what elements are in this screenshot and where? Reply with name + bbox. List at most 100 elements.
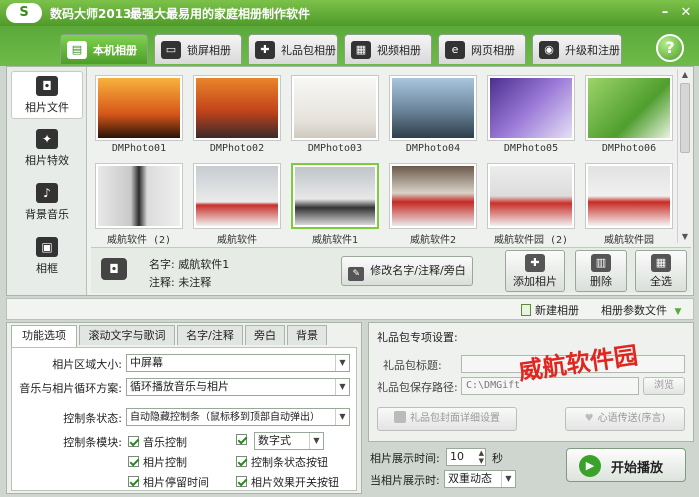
tab-background[interactable]: 背景 bbox=[287, 325, 327, 345]
photo-thumbnail bbox=[588, 78, 670, 138]
document-icon bbox=[521, 304, 531, 316]
add-photo-label: 添加相片 bbox=[513, 275, 557, 288]
gift-title-label: 礼品包标题: bbox=[383, 359, 442, 372]
edit-name-note-button[interactable]: ✎ 修改名字/注释/旁白 bbox=[341, 256, 473, 286]
photo-info-bar: ◘ 名字: 威航软件1 注释: 未注释 ✎ 修改名字/注释/旁白 ✚ 添加相片 ▥… bbox=[91, 247, 691, 293]
photo-control-checkbox[interactable]: 相片控制 bbox=[128, 454, 187, 470]
select-all-button[interactable]: ▦ 全选 bbox=[635, 250, 687, 292]
photo-item[interactable]: 威航软件2 bbox=[389, 163, 477, 245]
tab-name-note[interactable]: 名字/注释 bbox=[177, 325, 243, 345]
gift-settings-title: 礼品包专项设置: bbox=[377, 331, 458, 344]
scroll-up-icon[interactable]: ▲ bbox=[678, 69, 692, 81]
heart-message-label: 心语传送(序言) bbox=[597, 413, 666, 424]
show-time-input[interactable]: 10 ▲ ▼ bbox=[446, 448, 486, 466]
gift-cover-settings-button[interactable]: 礼品包封面详细设置 bbox=[377, 407, 517, 431]
album-params-label: 相册参数文件 bbox=[601, 304, 667, 317]
close-button[interactable]: ✕ bbox=[677, 4, 695, 22]
tab-upgrade-register[interactable]: ◉ 升级和注册 bbox=[532, 34, 622, 64]
heart-message-button[interactable]: ♥ 心语传送(序言) bbox=[565, 407, 685, 431]
photo-thumbnail bbox=[196, 78, 278, 138]
new-album-label: 新建相册 bbox=[535, 304, 579, 317]
delete-button[interactable]: ▥ 删除 bbox=[575, 250, 627, 292]
album-panel: ◘ 相片文件 ✦ 相片特效 ♪ 背景音乐 ▣ 相框 DMPhoto01 DMPh… bbox=[6, 66, 694, 296]
photo-item[interactable]: DMPhoto04 bbox=[389, 75, 477, 155]
photo-item[interactable]: DMPhoto03 bbox=[291, 75, 379, 155]
computer-album-icon: ▤ bbox=[67, 40, 87, 59]
control-state-value: 自动隐藏控制条（鼠标移到顶部自动弹出） bbox=[130, 412, 320, 423]
photo-item[interactable]: 威航软件 (2) bbox=[95, 163, 183, 245]
control-state-label: 控制条状态: bbox=[63, 412, 122, 425]
photo-caption: 威航软件 (2) bbox=[106, 235, 172, 245]
gift-icon bbox=[394, 411, 406, 423]
add-photo-button[interactable]: ✚ 添加相片 bbox=[505, 250, 565, 292]
effects-icon: ✦ bbox=[36, 129, 58, 149]
photo-duration-checkbox[interactable]: 相片停留时间 bbox=[128, 474, 209, 490]
photo-item-selected[interactable]: 威航软件1 bbox=[291, 163, 379, 245]
sidebar-item-label: 背景音乐 bbox=[25, 208, 69, 221]
music-control-checkbox[interactable]: 音乐控制 bbox=[128, 434, 187, 450]
area-size-select[interactable]: 中屏幕 ▼ bbox=[126, 354, 350, 372]
current-display-select[interactable]: 双重动态 ▼ bbox=[444, 470, 516, 488]
tab-label: 网页相册 bbox=[471, 43, 515, 57]
sidebar-item-photo-files[interactable]: ◘ 相片文件 bbox=[11, 71, 83, 119]
start-play-button[interactable]: ▶ 开始播放 bbox=[566, 448, 686, 482]
minimize-button[interactable]: – bbox=[656, 4, 674, 22]
control-state-button-checkbox[interactable]: 控制条状态按钮 bbox=[236, 454, 328, 470]
photo-item[interactable]: DMPhoto01 bbox=[95, 75, 183, 155]
photo-name-row: 名字: 威航软件1 bbox=[149, 256, 229, 272]
show-time-label: 相片展示时间: bbox=[370, 452, 440, 465]
globe-icon: ◉ bbox=[539, 40, 559, 59]
effect-switch-checkbox[interactable]: 相片效果开关按钮 bbox=[236, 474, 339, 490]
checkbox-label: 相片效果开关按钮 bbox=[251, 476, 339, 489]
photo-caption: 威航软件2 bbox=[409, 235, 457, 245]
spin-arrows-icon[interactable]: ▲ ▼ bbox=[479, 449, 484, 465]
browse-button[interactable]: 浏览 bbox=[643, 377, 685, 395]
show-time-value: 10 bbox=[450, 450, 464, 463]
scroll-down-icon[interactable]: ▼ bbox=[678, 231, 692, 243]
ie-icon: e bbox=[445, 40, 465, 59]
photo-item[interactable]: 威航软件园 bbox=[585, 163, 673, 245]
checkbox-icon bbox=[236, 476, 247, 487]
tab-video-album[interactable]: ▦ 视频相册 bbox=[344, 34, 432, 64]
tab-local-album[interactable]: ▤ 本机相册 bbox=[60, 34, 148, 64]
sidebar-item-background-music[interactable]: ♪ 背景音乐 bbox=[11, 179, 83, 227]
style-checkbox[interactable] bbox=[236, 434, 251, 447]
photo-item[interactable]: DMPhoto06 bbox=[585, 75, 673, 155]
checkbox-label: 控制条状态按钮 bbox=[251, 456, 328, 469]
tab-function-options[interactable]: 功能选项 bbox=[11, 325, 77, 347]
new-album-button[interactable]: 新建相册 bbox=[521, 302, 579, 318]
tab-scrolling-text[interactable]: 滚动文字与歌词 bbox=[79, 325, 175, 345]
edit-icon: ✎ bbox=[348, 267, 365, 281]
loop-select[interactable]: 循环播放音乐与相片 ▼ bbox=[126, 378, 350, 396]
tab-narration[interactable]: 旁白 bbox=[245, 325, 285, 345]
tab-lockscreen-album[interactable]: ▭ 锁屏相册 bbox=[154, 34, 242, 64]
checkbox-icon bbox=[236, 456, 247, 467]
photo-item[interactable]: DMPhoto02 bbox=[193, 75, 281, 155]
photo-caption: 威航软件 bbox=[217, 235, 257, 245]
app-slogan: 最强大最易用的家庭相册制作软件 bbox=[130, 7, 311, 21]
tab-gift-album[interactable]: ✚ 礼品包相册 bbox=[248, 34, 338, 64]
control-style-select[interactable]: 数字式 ▼ bbox=[254, 432, 324, 450]
checkbox-icon bbox=[128, 476, 139, 487]
control-state-select[interactable]: 自动隐藏控制条（鼠标移到顶部自动弹出） ▼ bbox=[126, 408, 350, 426]
album-params-button[interactable]: 相册参数文件 ▼ bbox=[601, 302, 681, 318]
start-play-label: 开始播放 bbox=[611, 461, 664, 476]
sidebar-item-frame[interactable]: ▣ 相框 bbox=[11, 233, 83, 281]
help-button[interactable]: ? bbox=[656, 34, 684, 62]
photo-thumbnail bbox=[98, 78, 180, 138]
chevron-down-icon: ▼ bbox=[335, 379, 349, 395]
tab-web-album[interactable]: e 网页相册 bbox=[438, 34, 526, 64]
current-display-value: 双重动态 bbox=[448, 472, 492, 485]
tab-label: 本机相册 bbox=[93, 43, 137, 57]
chevron-down-icon: ▼ bbox=[674, 307, 682, 317]
photo-item[interactable]: 威航软件 bbox=[193, 163, 281, 245]
photo-item[interactable]: DMPhoto05 bbox=[487, 75, 575, 155]
scrollbar-thumb[interactable] bbox=[680, 83, 690, 153]
camera-icon: ◘ bbox=[36, 76, 58, 96]
monitor-icon: ▭ bbox=[161, 40, 181, 59]
photo-item[interactable]: 威航软件园 (2) bbox=[487, 163, 575, 245]
photo-caption: DMPhoto02 bbox=[209, 143, 265, 154]
gallery-scrollbar[interactable]: ▲ ▼ bbox=[677, 69, 691, 243]
photo-thumbnail bbox=[98, 166, 180, 226]
sidebar-item-photo-effects[interactable]: ✦ 相片特效 bbox=[11, 125, 83, 173]
